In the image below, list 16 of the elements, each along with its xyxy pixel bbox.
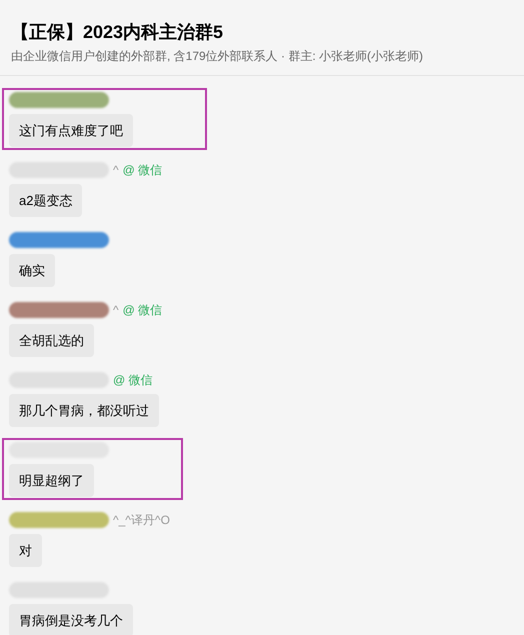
sender-name: ^_^译丹^O [113,512,170,529]
wechat-tag: @ 微信 [122,301,162,319]
message-bubble: 那几个胃病，都没听过 [9,394,159,427]
message-bubble: 这门有点难度了吧 [9,114,133,147]
message-bubble: 全胡乱选的 [9,324,94,357]
sender-name: ^ [113,302,119,319]
message-bubble: 对 [9,534,42,567]
sender-name: ^ [113,162,119,179]
wechat-tag: @ 微信 [113,371,153,389]
message-bubble: 明显超纲了 [9,464,94,497]
chat-title: 【正保】2023内科主治群5 [11,21,224,44]
wechat-tag: @ 微信 [122,161,162,179]
message-bubble: 胃病倒是没考几个 [9,604,133,635]
chat-subtitle: 由企业微信用户创建的外部群, 含179位外部联系人 · 群主: 小张老师(小张老师) [11,48,424,65]
message-bubble: 确实 [9,254,55,287]
message-bubble: a2题变态 [9,184,82,217]
